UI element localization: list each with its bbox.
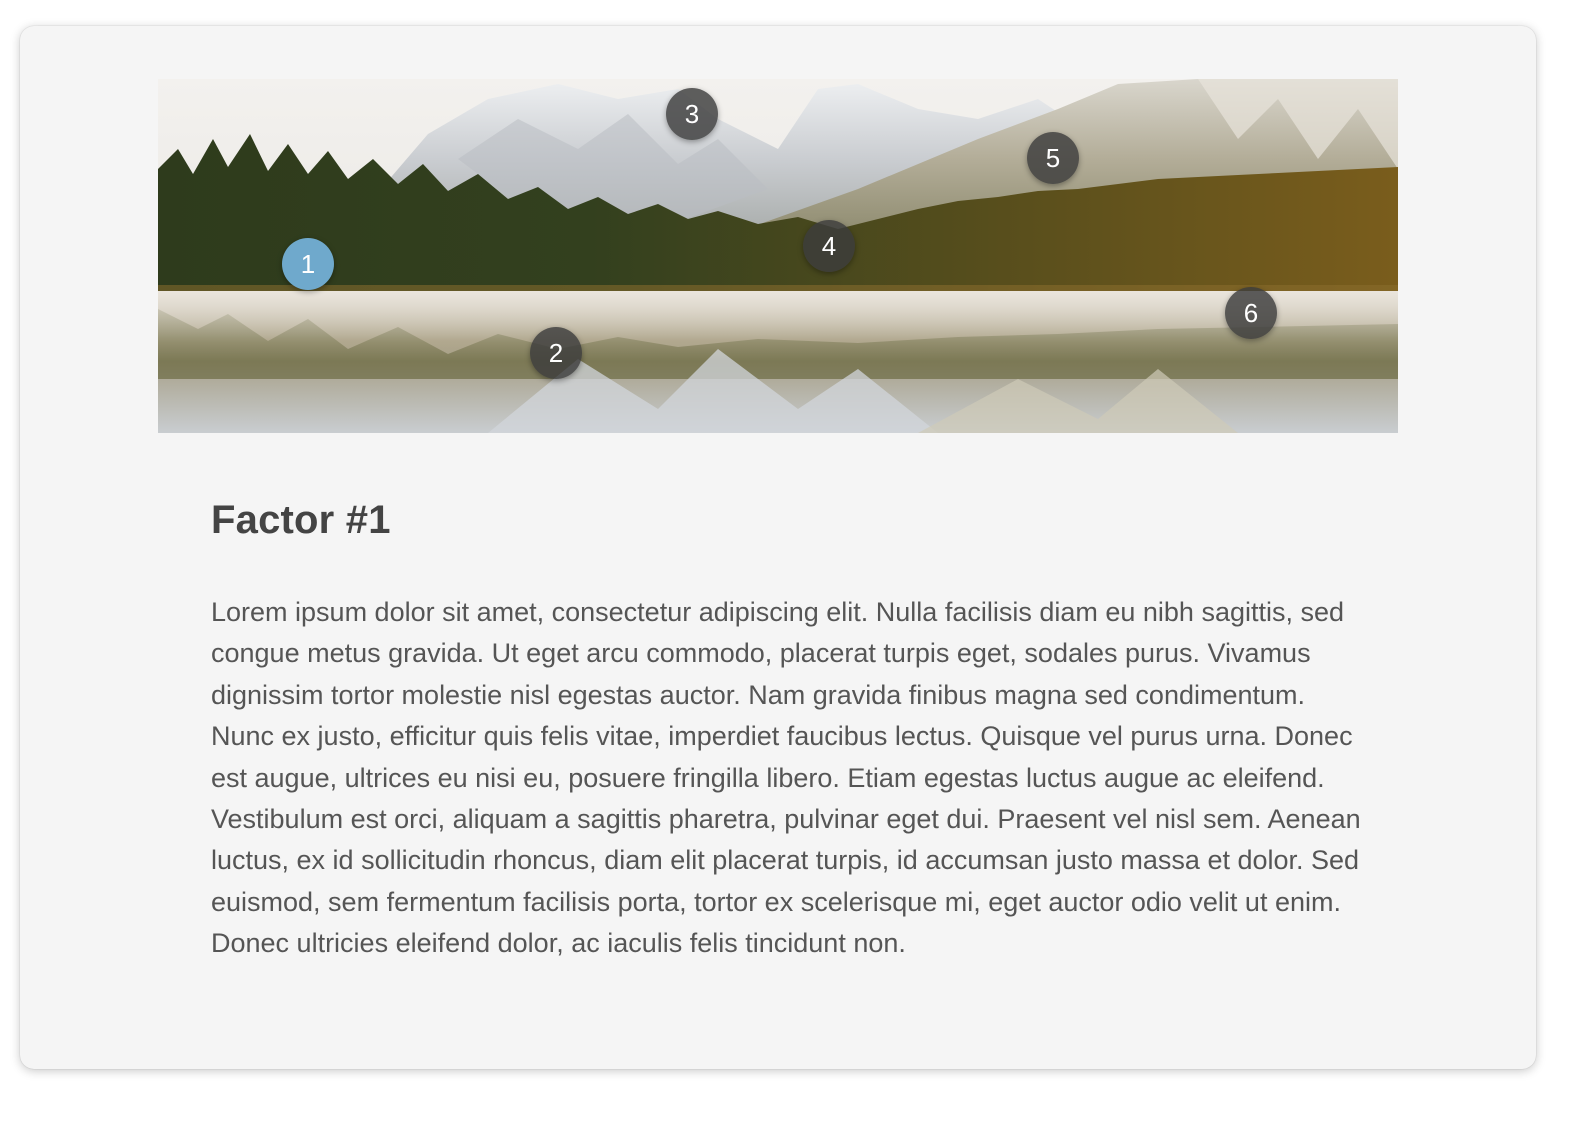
hotspot-5[interactable]: 5 xyxy=(1027,132,1079,184)
hotspot-3[interactable]: 3 xyxy=(666,88,718,140)
hotspot-2[interactable]: 2 xyxy=(530,327,582,379)
factor-description: Lorem ipsum dolor sit amet, consectetur … xyxy=(211,597,1361,959)
hotspot-6[interactable]: 6 xyxy=(1225,287,1277,339)
content-card: 1 2 3 4 5 6 Factor #1 Lorem ipsum dolor … xyxy=(20,26,1536,1069)
mountain-lake-landscape xyxy=(158,79,1398,433)
hero-image: 1 2 3 4 5 6 xyxy=(158,79,1398,433)
factor-title: Factor #1 xyxy=(211,498,391,542)
hotspot-4[interactable]: 4 xyxy=(803,220,855,272)
hotspot-1[interactable]: 1 xyxy=(282,238,334,290)
